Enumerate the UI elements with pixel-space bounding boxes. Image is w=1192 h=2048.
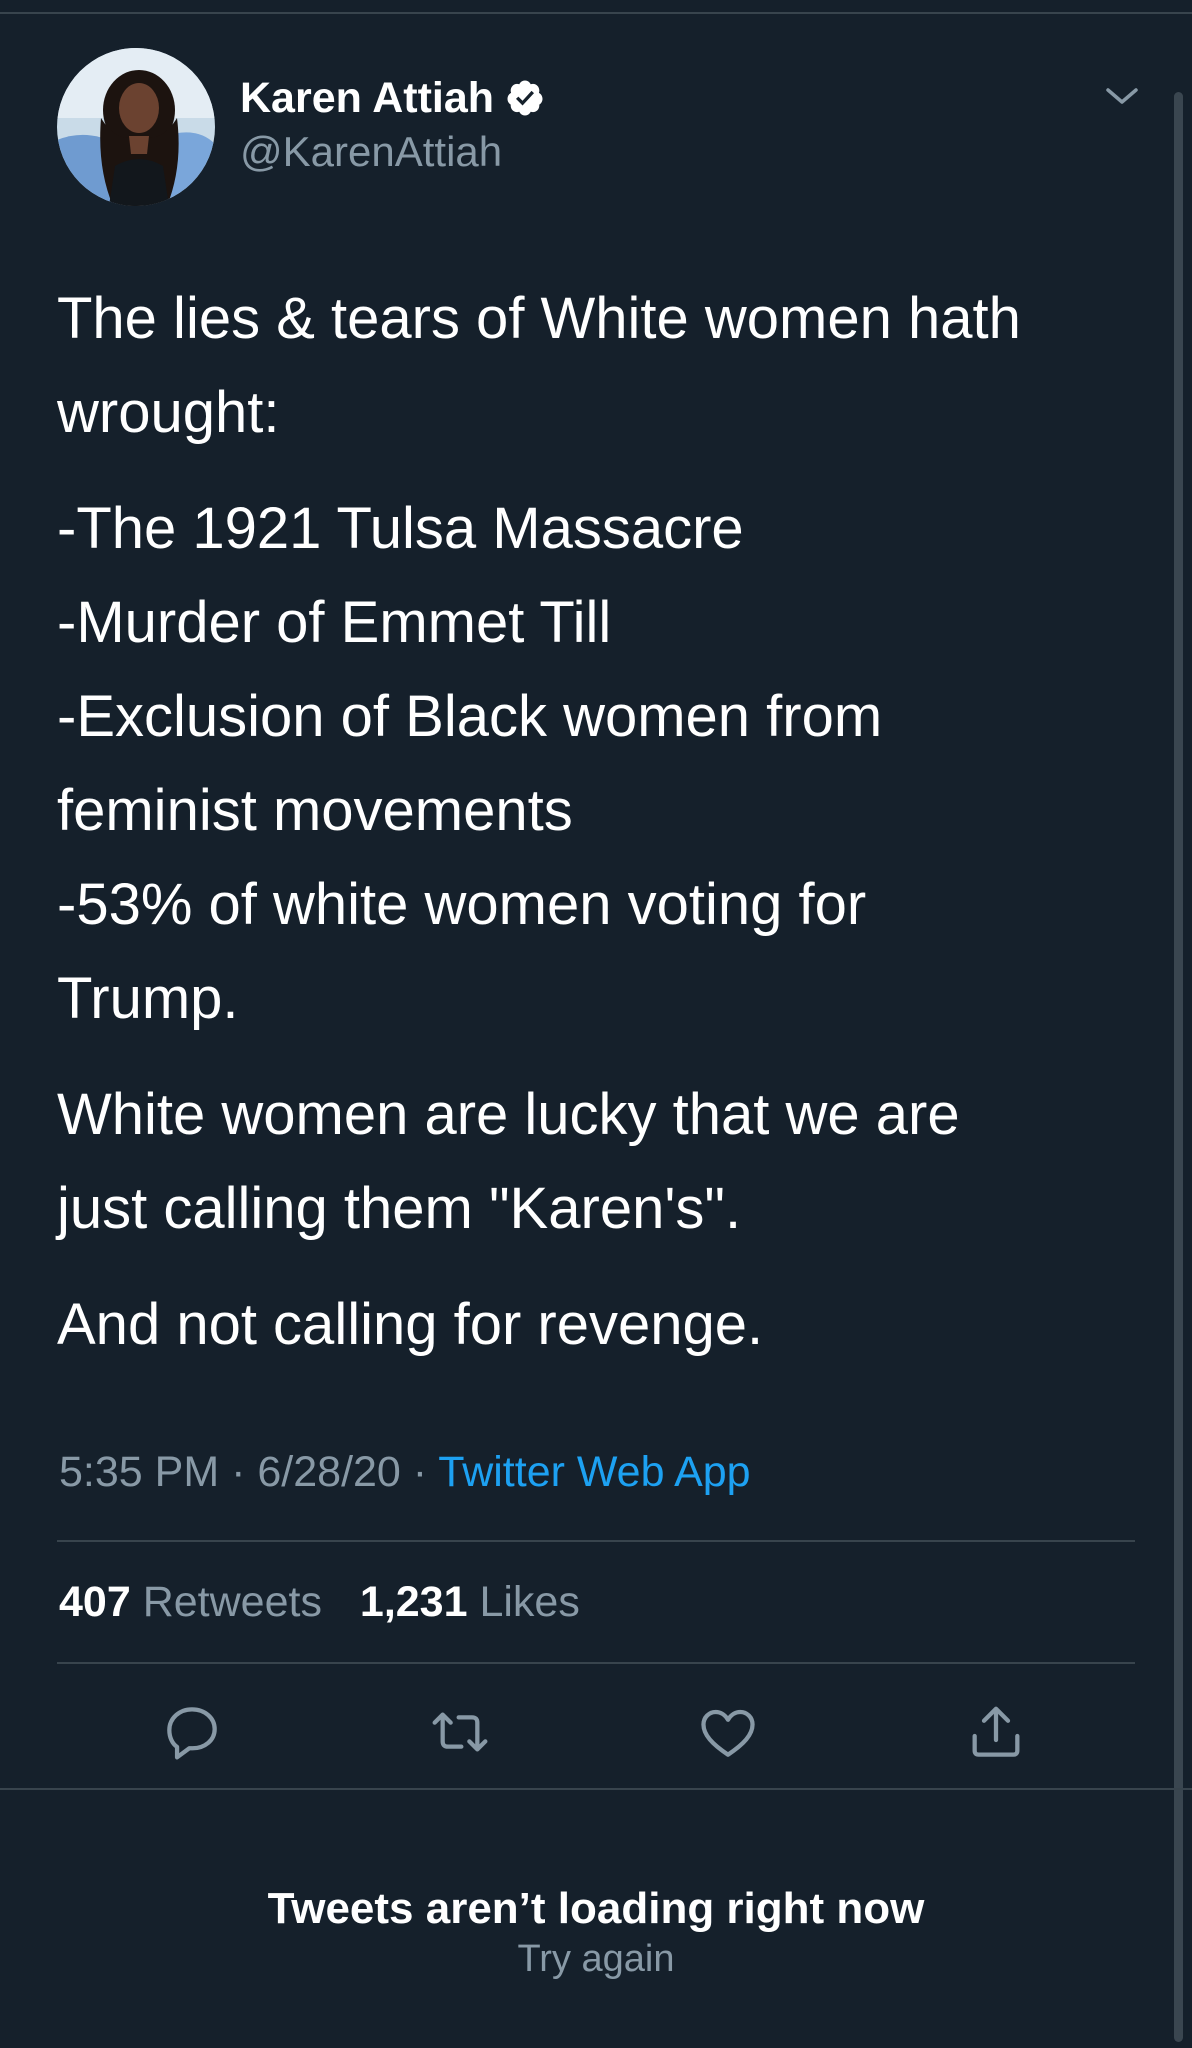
retweets-count: 407 — [59, 1578, 131, 1626]
tweet-line: wrought: — [57, 380, 280, 445]
retweet-icon — [432, 1712, 488, 1752]
reply-icon — [167, 1707, 217, 1760]
tweet-text: The lies & tears of White women hath wro… — [57, 272, 1137, 1372]
tweet-meta: 5:35 PM · 6/28/20 · Twitter Web App — [59, 1448, 751, 1497]
meta-separator: · — [231, 1448, 246, 1496]
avatar[interactable] — [57, 48, 215, 206]
likes-count: 1,231 — [359, 1578, 468, 1626]
tweet-options-button[interactable] — [1100, 78, 1144, 114]
tweet-line: -Murder of Emmet Till — [57, 590, 612, 655]
retweets-label: Retweets — [142, 1578, 322, 1626]
tweet-line: just calling them "Karen's". — [57, 1176, 742, 1241]
reply-button[interactable] — [160, 1700, 224, 1764]
retweets-stat[interactable]: 407 Retweets — [59, 1578, 322, 1626]
tweet-line: -Exclusion of Black women from — [57, 684, 883, 749]
like-button[interactable] — [696, 1700, 760, 1764]
likes-label: Likes — [479, 1578, 580, 1626]
tweet-time[interactable]: 5:35 PM — [59, 1448, 219, 1496]
tweet-detail-page: Karen Attiah @KarenAttiah The lies & tea… — [0, 0, 1192, 2048]
error-message: Tweets aren’t loading right now — [267, 1884, 925, 1933]
author-name-row[interactable]: Karen Attiah — [240, 70, 545, 126]
tweet-line: Trump. — [57, 966, 239, 1031]
author-handle[interactable]: @KarenAttiah — [240, 128, 502, 176]
like-icon — [701, 1709, 755, 1757]
verified-badge-icon — [505, 78, 545, 118]
divider — [57, 1540, 1135, 1542]
chevron-down-icon — [1106, 88, 1138, 104]
tweet-line: feminist movements — [57, 778, 573, 843]
likes-stat[interactable]: 1,231 Likes — [360, 1578, 580, 1626]
top-divider — [0, 12, 1192, 14]
tweet-line: -53% of white women voting for — [57, 872, 867, 937]
profile-photo-icon — [57, 48, 215, 206]
display-name[interactable]: Karen Attiah — [240, 74, 494, 123]
tweet-stats: 407 Retweets 1,231 Likes — [59, 1578, 580, 1627]
retweet-button[interactable] — [428, 1700, 492, 1764]
share-button[interactable] — [964, 1700, 1028, 1764]
tweet-date[interactable]: 6/28/20 — [257, 1448, 400, 1496]
section-divider — [0, 1788, 1192, 1790]
try-again-link[interactable]: Try again — [0, 1938, 1192, 1981]
tweet-line: White women are lucky that we are — [57, 1082, 960, 1147]
share-icon — [972, 1706, 1020, 1757]
divider — [57, 1662, 1135, 1664]
tweet-line: -The 1921 Tulsa Massacre — [57, 496, 744, 561]
tweet-line: And not calling for revenge. — [57, 1292, 764, 1357]
meta-separator: · — [412, 1448, 428, 1496]
tweet-line: The lies & tears of White women hath — [57, 286, 1021, 351]
scrollbar[interactable] — [1174, 92, 1183, 2042]
tweet-source-link[interactable]: Twitter Web App — [438, 1448, 750, 1496]
